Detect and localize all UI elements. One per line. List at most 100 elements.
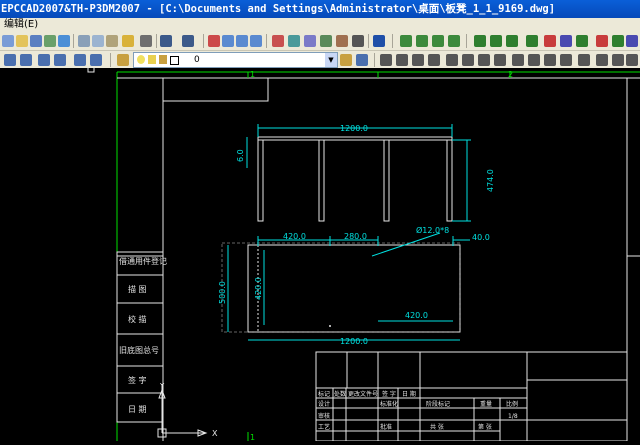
draw-line-icon[interactable] [380,54,392,66]
side-table-row-3: 校 描 [128,314,147,324]
mtext-icon[interactable] [596,54,608,66]
help-icon[interactable] [373,35,385,47]
th-tool-13-icon[interactable] [612,35,624,47]
gradient-icon[interactable] [612,54,624,66]
open-icon[interactable] [16,35,28,47]
tb-sheet-no: 第 张 [478,423,492,431]
dim-plan-width: 1200.0 [340,337,368,346]
tb-ratio: 1/8 [508,413,518,420]
preview-icon[interactable] [58,35,70,47]
drawing-canvas[interactable]: 1 2 1 1200.0 6.0 474.0 420.0 280.0 Ø12.0… [0,65,640,442]
dim-plan-depth: 500.0 [218,281,227,304]
point-icon[interactable] [626,54,638,66]
th-tool-12-icon[interactable] [596,35,608,47]
zoom-out-icon[interactable] [20,54,32,66]
draw-arc-icon[interactable] [412,54,424,66]
zoom-in-icon[interactable] [4,54,16,66]
svg-text:X: X [212,429,218,438]
calculator-icon[interactable] [352,35,364,47]
draw-ellipse-icon[interactable] [446,54,458,66]
tb-process: 工艺 [318,423,330,431]
th-tool-14-icon[interactable] [626,35,638,47]
window-title-bar: EPCCAD2007&TH-P3DM2007 - [C:\Documents a… [0,0,640,18]
th-tool-2-icon[interactable] [416,35,428,47]
th-tool-6-icon[interactable] [490,35,502,47]
paste-icon[interactable] [106,35,118,47]
table-icon[interactable] [544,54,556,66]
th-tool-8-icon[interactable] [526,35,538,47]
side-registration-table [116,251,164,423]
zoom-extents-icon[interactable] [38,54,50,66]
markup-icon[interactable] [336,35,348,47]
th-tool-9-icon[interactable] [544,35,556,47]
draw-polyline-icon[interactable] [396,54,408,66]
draw-hatch-icon[interactable] [462,54,474,66]
tool-palette-icon[interactable] [304,35,316,47]
draw-block-icon[interactable] [512,54,524,66]
layer-manager-icon[interactable] [117,54,129,66]
cut-icon[interactable] [78,35,90,47]
menu-bar: 编辑(E) [0,18,640,32]
menu-item-edit[interactable]: 编辑(E) [0,19,38,30]
th-tool-1-icon[interactable] [400,35,412,47]
tb-date: 日 期 [402,390,416,398]
draw-region-icon[interactable] [478,54,490,66]
tb-standard: 标准化 [380,400,398,408]
save-icon[interactable] [30,35,42,47]
tb-count: 处数 [334,390,346,398]
tb-design: 设计 [318,400,330,408]
zoom-realtime-icon[interactable] [222,35,234,47]
th-tool-10-icon[interactable] [560,35,572,47]
draw-circle-icon[interactable] [428,54,440,66]
th-tool-3-icon[interactable] [432,35,444,47]
dim-hole: Ø12.0*8 [416,225,449,235]
zoom-window-icon[interactable] [236,35,248,47]
copy-icon[interactable] [92,35,104,47]
side-table-row-4: 旧底图总号 [119,345,159,355]
text-icon[interactable] [578,54,590,66]
dim-leg-height: 474.0 [486,169,495,192]
brush-icon[interactable] [140,35,152,47]
pan-icon[interactable] [208,35,220,47]
dimension-icon[interactable] [560,54,572,66]
layer-freeze-icon [148,55,156,64]
design-center-icon[interactable] [288,35,300,47]
layer-color-icon [170,56,179,65]
match-properties-icon[interactable] [122,35,134,47]
th-tool-5-icon[interactable] [474,35,486,47]
tb-total-sheets: 共 张 [430,423,444,431]
bench-plan-view: 420.0 280.0 Ø12.0*8 40.0 500.0 420.0 420… [218,225,490,346]
window-title: EPCCAD2007&TH-P3DM2007 - [C:\Documents a… [1,3,556,15]
dim-leg-top: 6.0 [236,149,245,162]
redo-icon[interactable] [182,35,194,47]
new-file-icon[interactable] [2,35,14,47]
layer-previous-icon[interactable] [356,54,368,66]
side-table-row-2: 描 图 [128,284,147,294]
undo-icon[interactable] [160,35,172,47]
zoom-previous-icon[interactable] [250,35,262,47]
crosshair-cursor [87,65,95,73]
chevron-down-icon[interactable]: ▼ [325,53,337,67]
standard-toolbar [0,32,640,51]
th-tool-11-icon[interactable] [576,35,588,47]
make-current-icon[interactable] [340,54,352,66]
draw-triangle-icon[interactable] [494,54,506,66]
zoom-all-icon[interactable] [54,54,66,66]
tb-sign: 签 字 [382,390,396,398]
insert-block-icon[interactable] [528,54,540,66]
tb-approve: 批准 [380,423,392,431]
properties-icon[interactable] [272,35,284,47]
th-tool-4-icon[interactable] [448,35,460,47]
tb-weight: 重量 [480,400,492,408]
layer-name: 0 [194,55,200,65]
layers-toolbar: 0 ▼ [0,51,640,68]
sheet-set-icon[interactable] [320,35,332,47]
th-tool-7-icon[interactable] [506,35,518,47]
side-table-row-5: 签 字 [128,375,147,385]
zoom-center-icon[interactable] [90,54,102,66]
layer-dropdown[interactable]: 0 ▼ [133,52,338,68]
zoom-scale-icon[interactable] [74,54,86,66]
tb-review: 审核 [318,412,330,420]
bench-front-view: 1200.0 6.0 474.0 [236,124,495,222]
print-icon[interactable] [44,35,56,47]
